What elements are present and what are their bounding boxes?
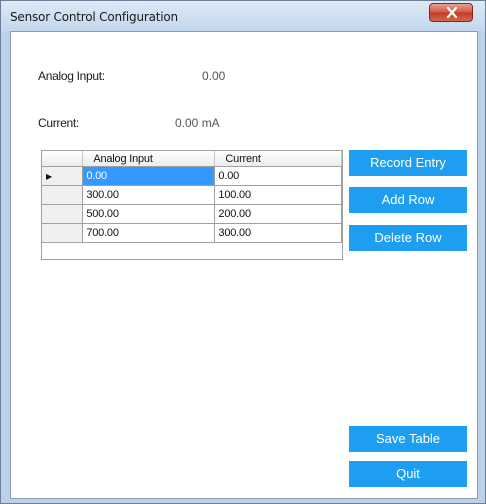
delete-row-button[interactable]: Delete Row: [349, 225, 467, 251]
cell-current[interactable]: 200.00: [214, 204, 342, 224]
current-row-icon: ▶: [46, 172, 52, 181]
dialog-body: Analog Input: 0.00 Current: 0.00 mA Anal…: [10, 31, 478, 499]
table-row[interactable]: 300.00 100.00: [42, 185, 342, 205]
close-icon: [446, 7, 458, 18]
cell-current[interactable]: 100.00: [214, 185, 342, 205]
cell-analog-input[interactable]: 500.00: [82, 204, 216, 224]
row-header[interactable]: [42, 223, 84, 243]
table-row[interactable]: 700.00 300.00: [42, 223, 342, 243]
quit-button[interactable]: Quit: [349, 461, 467, 487]
current-value: 0.00 mA: [175, 116, 220, 130]
analog-input-value: 0.00: [202, 69, 226, 83]
row-header[interactable]: [42, 204, 84, 224]
title-bar[interactable]: Sensor Control Configuration: [1, 1, 485, 31]
cell-analog-input[interactable]: 0.00: [82, 166, 216, 186]
cell-current[interactable]: 0.00: [214, 166, 342, 186]
window-title: Sensor Control Configuration: [10, 10, 178, 24]
save-table-button[interactable]: Save Table: [349, 426, 467, 452]
cell-analog-input[interactable]: 300.00: [82, 185, 216, 205]
add-row-button[interactable]: Add Row: [349, 187, 467, 213]
grid-header-row: Analog Input Current: [42, 151, 342, 167]
app-window: Sensor Control Configuration Analog Inpu…: [0, 0, 486, 504]
row-header[interactable]: [42, 185, 84, 205]
analog-input-label: Analog Input:: [38, 69, 105, 83]
table-row[interactable]: 500.00 200.00: [42, 204, 342, 224]
data-grid[interactable]: Analog Input Current ▶ 0.00 0.00 300.00 …: [41, 150, 343, 260]
row-header[interactable]: ▶: [42, 166, 84, 186]
close-button[interactable]: [429, 3, 473, 22]
current-label: Current:: [38, 116, 79, 130]
column-header-analog-input[interactable]: Analog Input: [82, 151, 216, 167]
table-row[interactable]: ▶ 0.00 0.00: [42, 166, 342, 186]
corner-header: [42, 151, 84, 167]
cell-analog-input[interactable]: 700.00: [82, 223, 216, 243]
cell-current[interactable]: 300.00: [214, 223, 342, 243]
column-header-current[interactable]: Current: [214, 151, 342, 167]
record-entry-button[interactable]: Record Entry: [349, 150, 467, 176]
